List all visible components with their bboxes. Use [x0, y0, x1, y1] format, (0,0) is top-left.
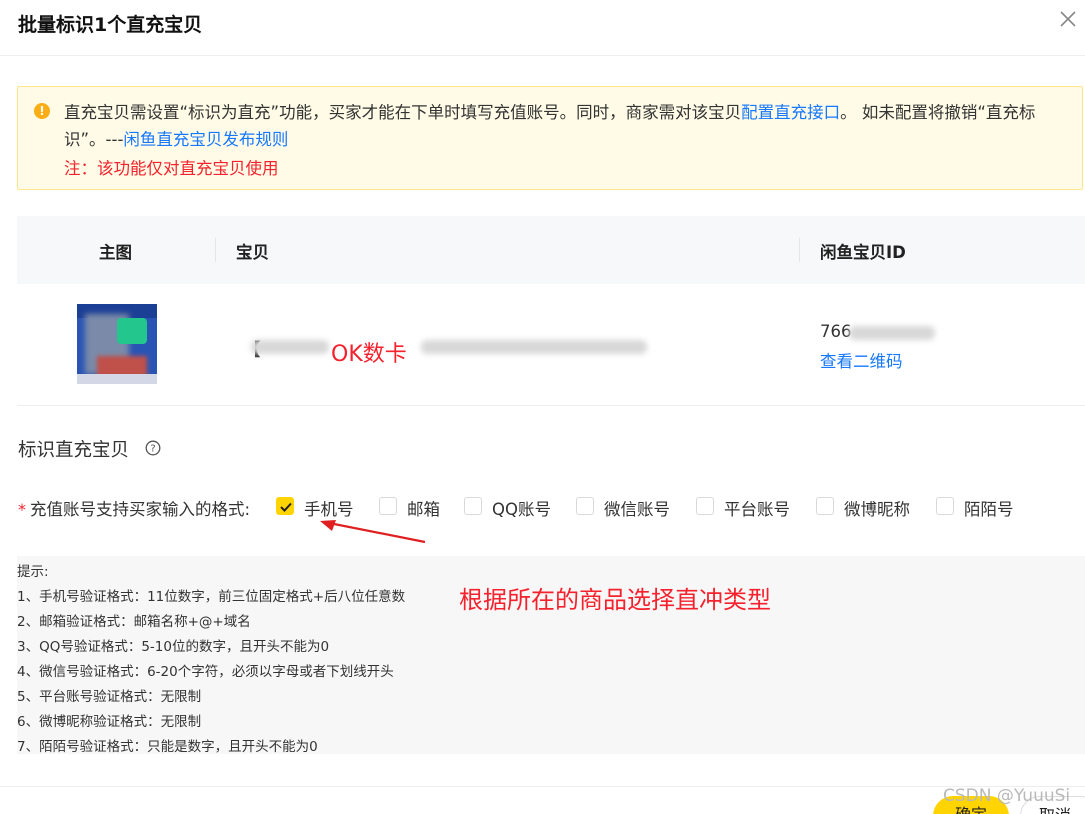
header-divider [215, 238, 216, 262]
checkbox-label: 微信账号 [604, 500, 670, 519]
table-header: 主图 宝贝 闲鱼宝贝ID [17, 216, 1085, 284]
annotation-label: OK数卡 [331, 342, 407, 367]
rules-link[interactable]: 闲鱼直充宝贝发布规则 [123, 130, 288, 149]
item-id: 766 [820, 322, 852, 341]
annotation-arrow-icon [320, 520, 426, 544]
tip-line: 4、微信号验证格式：6-20个字符，必须以字母或者下划线开头 [17, 664, 394, 680]
tip-line: 7、陌陌号验证格式：只能是数字，且开头不能为0 [17, 739, 318, 755]
blurred-title [421, 340, 647, 354]
warning-alert: ! 直充宝贝需设置“标识为直充”功能，买家才能在下单时填写充值账号。同时，商家需… [17, 86, 1083, 190]
checkbox-label: 平台账号 [724, 500, 790, 519]
view-qrcode-link[interactable]: 查看二维码 [820, 348, 903, 372]
checkbox-box[interactable] [276, 497, 294, 515]
check-icon [280, 502, 292, 512]
alert-note: 注：该功能仅对直充宝贝使用 [64, 159, 279, 178]
required-mark: * [18, 500, 26, 519]
tip-line: 提示: [17, 564, 49, 580]
format-label: 充值账号支持买家输入的格式: [30, 500, 251, 519]
header-divider [799, 238, 800, 262]
checkbox-label: 微博昵称 [844, 500, 910, 519]
config-api-link[interactable]: 配置直充接口 [741, 103, 840, 122]
warning-icon: ! [34, 103, 50, 119]
tips-panel: 提示: 1、手机号验证格式：11位数字，前三位固定格式+后八位任意数 2、邮箱验… [17, 556, 1085, 755]
watermark: CSDN @YuuuSi [943, 786, 1071, 806]
svg-text:?: ? [150, 444, 155, 455]
modal-title: 批量标识1个直充宝贝 [18, 14, 203, 36]
checkbox-box[interactable] [379, 497, 397, 515]
tip-line: 3、QQ号验证格式：5-10位的数字，且开头不能为0 [17, 639, 330, 655]
checkbox-box[interactable] [936, 497, 954, 515]
checkbox-box[interactable] [696, 497, 714, 515]
modal-header: 批量标识1个直充宝贝 [0, 0, 1085, 56]
header-item-id: 闲鱼宝贝ID [820, 243, 906, 262]
close-icon[interactable] [1057, 8, 1079, 30]
footer-divider [0, 786, 1085, 787]
item-thumbnail[interactable] [77, 304, 157, 384]
header-main-image: 主图 [99, 243, 132, 262]
blurred-id [849, 326, 935, 340]
checkbox-box[interactable] [464, 497, 482, 515]
alert-message: 直充宝贝需设置“标识为直充”功能，买家才能在下单时填写充值账号。同时，商家需对该… [64, 99, 1064, 153]
annotation-text: 根据所在的商品选择直冲类型 [459, 586, 771, 614]
tip-line: 6、微博昵称验证格式：无限制 [17, 714, 202, 730]
checkbox-label: QQ账号 [492, 500, 551, 519]
format-options-row: * 充值账号支持买家输入的格式: 手机号 邮箱 QQ账号 微信账号 平台账号 微… [18, 496, 1085, 519]
tip-line: 1、手机号验证格式：11位数字，前三位固定格式+后八位任意数 [17, 589, 406, 605]
alert-text-1: 直充宝贝需设置“标识为直充”功能，买家才能在下单时填写充值账号。同时，商家需对该… [64, 103, 742, 122]
tip-line: 5、平台账号验证格式：无限制 [17, 689, 202, 705]
checkbox-box[interactable] [816, 497, 834, 515]
header-item: 宝贝 [236, 243, 269, 262]
checkbox-box[interactable] [576, 497, 594, 515]
section-title: 标识直充宝贝 [18, 440, 130, 461]
blurred-title [251, 340, 329, 354]
table-row: 【 OK数卡 766 查看二维码 [17, 284, 1085, 406]
help-icon[interactable]: ? [145, 440, 161, 456]
checkbox-label: 陌陌号 [964, 500, 1014, 519]
tip-line: 2、邮箱验证格式：邮箱名称+@+域名 [17, 614, 251, 630]
